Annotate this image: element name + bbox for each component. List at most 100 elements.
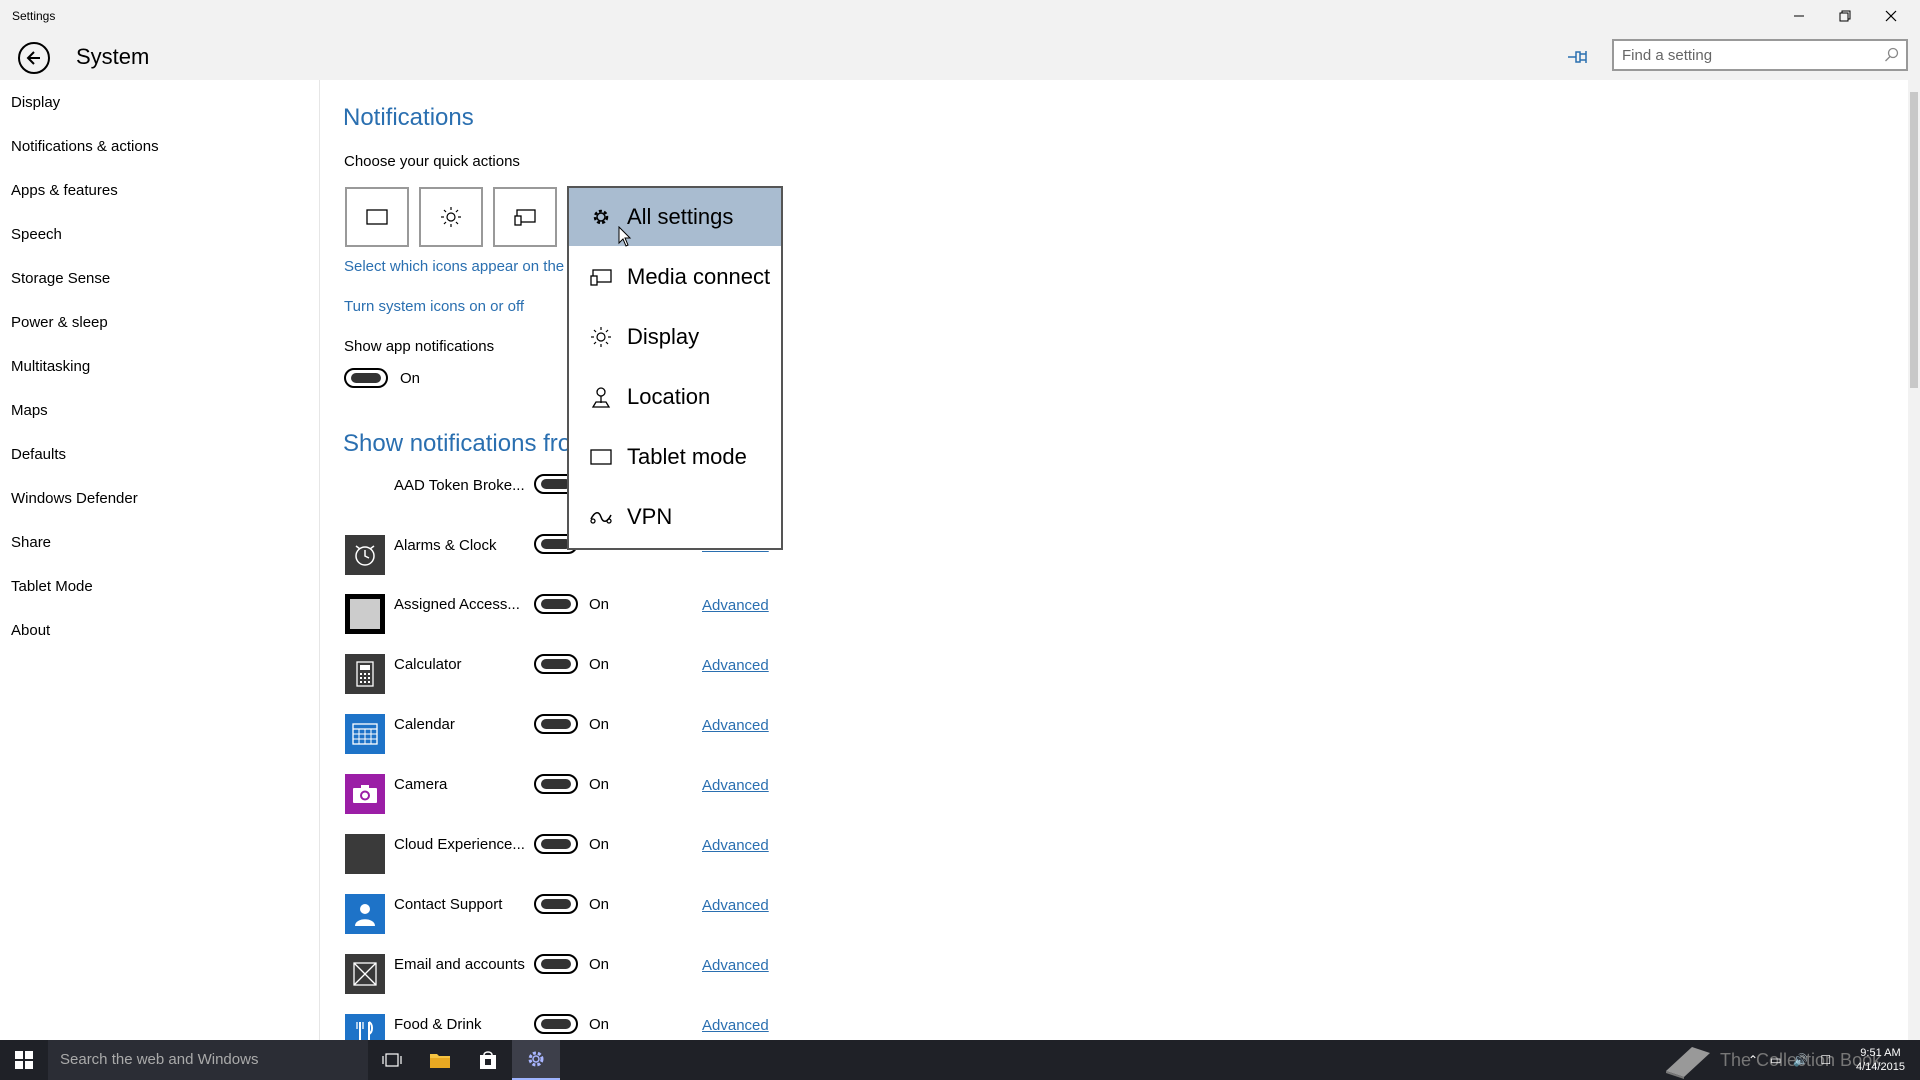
menu-item-display[interactable]: Display [569, 308, 781, 366]
app-state-contact-support: On [589, 896, 610, 913]
media-connect-icon [514, 209, 536, 226]
app-toggle-food-drink[interactable] [534, 1014, 578, 1034]
sidebar-item-windows-defender[interactable]: Windows Defender [11, 490, 138, 507]
advanced-link-food-drink[interactable]: Advanced [702, 1017, 769, 1034]
sidebar-item-tablet-mode[interactable]: Tablet Mode [11, 578, 93, 595]
app-state-camera: On [589, 776, 610, 793]
advanced-link-camera[interactable]: Advanced [702, 777, 769, 794]
menu-item-label: Location [627, 384, 711, 409]
show-hidden-icons-chevron-icon[interactable]: ⌃ [1748, 1053, 1758, 1067]
pin-icon [1568, 51, 1587, 63]
scrollbar-thumb[interactable] [1910, 92, 1918, 388]
app-toggle-calendar[interactable] [534, 714, 578, 734]
clock-time: 9:51 AM [1860, 1047, 1901, 1059]
person-icon [355, 904, 375, 926]
advanced-link-cloud-experience[interactable]: Advanced [702, 837, 769, 854]
app-toggle-email-accounts[interactable] [534, 954, 578, 974]
sidebar-item-about[interactable]: About [11, 622, 50, 639]
quick-action-dropdown: All settings Media connect Display Locat… [567, 186, 783, 550]
app-name-assigned-access: Assigned Access... [394, 596, 520, 613]
app-name-calendar: Calendar [394, 716, 455, 733]
action-center-icon[interactable]: ☐ [1820, 1053, 1831, 1067]
store-button[interactable] [464, 1040, 512, 1080]
calculator-icon [356, 661, 374, 687]
clock[interactable]: 9:51 AM 4/14/2015 [1856, 1040, 1905, 1080]
menu-item-vpn[interactable]: VPN [569, 488, 781, 546]
window-title: Settings [12, 9, 56, 23]
advanced-link-contact-support[interactable]: Advanced [702, 897, 769, 914]
sidebar-item-defaults[interactable]: Defaults [11, 446, 66, 463]
sidebar-item-display[interactable]: Display [11, 94, 60, 111]
app-toggle-camera[interactable] [534, 774, 578, 794]
calculator-app-icon [345, 654, 385, 694]
search-box[interactable] [1612, 39, 1908, 71]
system-icons-link[interactable]: Turn system icons on or off [344, 298, 524, 315]
clock-date: 4/14/2015 [1856, 1061, 1905, 1073]
sidebar-item-share[interactable]: Share [11, 534, 51, 551]
gear-icon [593, 209, 609, 225]
tablet-icon [366, 209, 388, 225]
advanced-link-calendar[interactable]: Advanced [702, 717, 769, 734]
show-app-notifications-state: On [400, 370, 421, 387]
contact-support-app-icon [345, 894, 385, 934]
advanced-link-calculator[interactable]: Advanced [702, 657, 769, 674]
food-drink-app-icon [345, 1014, 385, 1040]
menu-item-tablet-mode[interactable]: Tablet mode [569, 428, 781, 486]
advanced-link-assigned-access[interactable]: Advanced [702, 597, 769, 614]
advanced-link-email-accounts[interactable]: Advanced [702, 957, 769, 974]
app-state-calculator: On [589, 656, 610, 673]
restore-icon [1839, 10, 1851, 22]
sidebar-item-multitasking[interactable]: Multitasking [11, 358, 90, 375]
app-state-cloud-experience: On [589, 836, 610, 853]
cloud-experience-app-icon [345, 834, 385, 874]
restore-button[interactable] [1822, 0, 1868, 32]
quick-action-media-connect[interactable] [493, 187, 557, 247]
minimize-button[interactable] [1776, 0, 1822, 32]
menu-item-all-settings[interactable]: All settings [569, 188, 781, 246]
app-toggle-cloud-experience[interactable] [534, 834, 578, 854]
volume-icon[interactable]: 🔊 [1793, 1053, 1808, 1067]
sidebar-item-notifications-actions[interactable]: Notifications & actions [11, 138, 159, 155]
sidebar-item-speech[interactable]: Speech [11, 226, 62, 243]
select-icons-link[interactable]: Select which icons appear on the t [344, 258, 572, 275]
network-icon[interactable]: ▭ [1770, 1053, 1781, 1067]
app-state-calendar: On [589, 716, 610, 733]
show-app-notifications-toggle[interactable] [344, 368, 388, 388]
menu-item-label: Tablet mode [627, 444, 747, 469]
vertical-scrollbar[interactable] [1908, 80, 1920, 1040]
back-arrow-icon [26, 51, 40, 65]
sidebar-item-maps[interactable]: Maps [11, 402, 48, 419]
search-icon[interactable] [1884, 47, 1900, 63]
quick-action-display[interactable] [419, 187, 483, 247]
app-toggle-assigned-access[interactable] [534, 594, 578, 614]
close-button[interactable] [1868, 0, 1914, 32]
camera-icon [353, 785, 377, 803]
system-tray-icons: ⌃ ▭ 🔊 ☐ [1748, 1040, 1831, 1080]
sidebar-item-storage-sense[interactable]: Storage Sense [11, 270, 110, 287]
search-input[interactable] [1614, 41, 1864, 69]
settings-taskbar-button[interactable] [512, 1040, 560, 1080]
app-toggle-calculator[interactable] [534, 654, 578, 674]
app-name-aad-token-broker: AAD Token Broke... [394, 477, 525, 494]
book-logo-icon [1666, 1047, 1710, 1079]
file-explorer-button[interactable] [416, 1040, 464, 1080]
envelope-icon [353, 962, 377, 986]
taskbar: Search the web and Windows The Collectio… [0, 1040, 1920, 1080]
calendar-app-icon [345, 714, 385, 754]
sidebar-item-apps-features[interactable]: Apps & features [11, 182, 118, 199]
menu-item-media-connect[interactable]: Media connect [569, 248, 781, 306]
sidebar-item-power-sleep[interactable]: Power & sleep [11, 314, 108, 331]
menu-item-label: Media connect [627, 264, 771, 289]
calendar-icon [352, 723, 378, 745]
quick-action-tablet-mode[interactable] [345, 187, 409, 247]
back-button[interactable] [18, 42, 50, 74]
taskbar-search-box[interactable]: Search the web and Windows [48, 1040, 368, 1080]
start-button[interactable] [0, 1040, 48, 1080]
folder-icon [430, 1054, 450, 1068]
task-view-button[interactable] [368, 1040, 416, 1080]
menu-item-location[interactable]: Location [569, 368, 781, 426]
app-toggle-contact-support[interactable] [534, 894, 578, 914]
vpn-icon [590, 512, 612, 524]
pin-button[interactable] [1566, 46, 1590, 68]
task-view-icon [382, 1053, 402, 1067]
